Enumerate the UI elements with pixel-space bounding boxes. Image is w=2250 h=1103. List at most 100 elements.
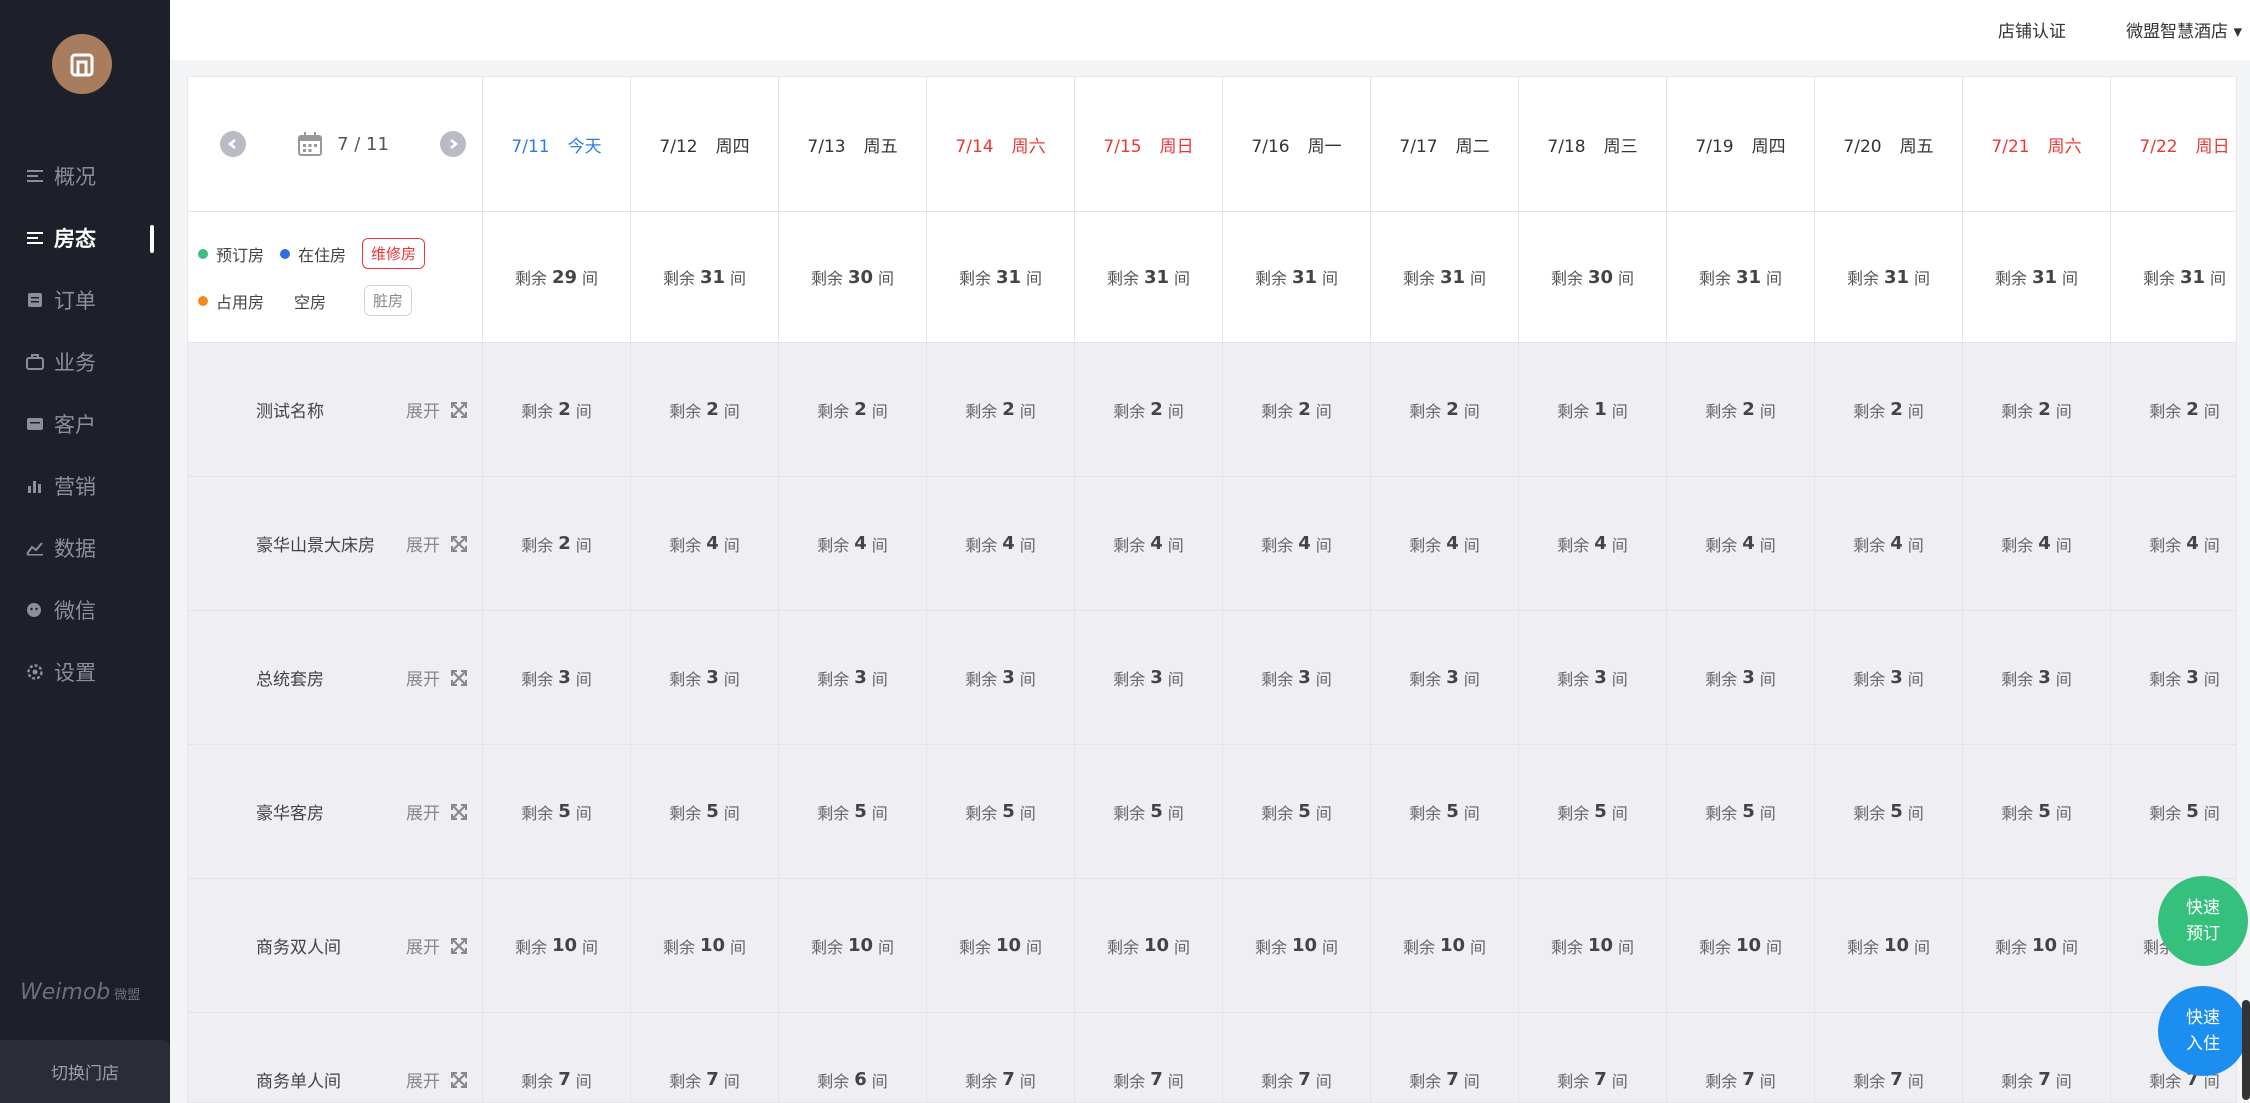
room-availability-cell[interactable]: 剩余 2 间 [2111, 343, 2236, 477]
room-availability-cell[interactable]: 剩余 5 间 [631, 745, 779, 879]
expand-button[interactable]: 展开 [406, 397, 440, 422]
store-auth-link[interactable]: 店铺认证 [1998, 17, 2066, 42]
expand-button[interactable]: 展开 [406, 799, 440, 824]
room-availability-cell[interactable]: 剩余10间 [1223, 879, 1371, 1013]
room-availability-cell[interactable]: 剩余 3 间 [1223, 611, 1371, 745]
expand-button[interactable]: 展开 [406, 933, 440, 958]
quick-checkin-button[interactable]: 快速 入住 [2158, 986, 2248, 1076]
room-availability-cell[interactable]: 剩余 2 间 [631, 343, 779, 477]
sidebar-item-marketing[interactable]: 营销 [0, 455, 170, 517]
room-availability-cell[interactable]: 剩余 2 间 [1223, 343, 1371, 477]
room-availability-cell[interactable]: 剩余 5 间 [2111, 745, 2236, 879]
next-date-button[interactable] [440, 131, 466, 157]
room-availability-cell[interactable]: 剩余 5 间 [927, 745, 1075, 879]
room-availability-cell[interactable]: 剩余 2 间 [1963, 343, 2111, 477]
date-column-header[interactable]: 7/12 周四 [631, 77, 779, 212]
room-availability-cell[interactable]: 剩余 7 间 [1963, 1013, 2111, 1102]
sidebar-item-customers[interactable]: 客户 [0, 393, 170, 455]
room-availability-cell[interactable]: 剩余10间 [1075, 879, 1223, 1013]
room-availability-cell[interactable]: 剩余 5 间 [1667, 745, 1815, 879]
room-availability-cell[interactable]: 剩余10间 [1963, 879, 2111, 1013]
room-availability-cell[interactable]: 剩余 5 间 [1519, 745, 1667, 879]
room-availability-cell[interactable]: 剩余 4 间 [1223, 477, 1371, 611]
room-availability-cell[interactable]: 剩余 2 间 [483, 343, 631, 477]
room-availability-cell[interactable]: 剩余 7 间 [1667, 1013, 1815, 1102]
room-availability-cell[interactable]: 剩余 5 间 [1963, 745, 2111, 879]
room-availability-cell[interactable]: 剩余 3 间 [1075, 611, 1223, 745]
room-availability-cell[interactable]: 剩余 3 间 [1667, 611, 1815, 745]
scrollbar[interactable] [2242, 1000, 2250, 1100]
sidebar-item-overview[interactable]: 概况 [0, 145, 170, 207]
room-availability-cell[interactable]: 剩余 3 间 [1371, 611, 1519, 745]
room-availability-cell[interactable]: 剩余 3 间 [631, 611, 779, 745]
room-availability-cell[interactable]: 剩余 7 间 [1371, 1013, 1519, 1102]
room-availability-cell[interactable]: 剩余 3 间 [2111, 611, 2236, 745]
room-availability-cell[interactable]: 剩余 2 间 [927, 343, 1075, 477]
date-column-header[interactable]: 7/17 周二 [1371, 77, 1519, 212]
room-availability-cell[interactable]: 剩余10间 [927, 879, 1075, 1013]
date-column-header[interactable]: 7/15 周日 [1075, 77, 1223, 212]
room-availability-cell[interactable]: 剩余 4 间 [1963, 477, 2111, 611]
room-availability-cell[interactable]: 剩余 3 间 [1963, 611, 2111, 745]
room-availability-cell[interactable]: 剩余 5 间 [1815, 745, 1963, 879]
room-availability-cell[interactable]: 剩余 3 间 [779, 611, 927, 745]
date-column-header[interactable]: 7/13 周五 [779, 77, 927, 212]
switch-store-button[interactable]: 切换门店 [0, 1040, 170, 1103]
expand-icon[interactable] [450, 535, 468, 553]
expand-icon[interactable] [450, 669, 468, 687]
room-availability-cell[interactable]: 剩余 4 间 [1371, 477, 1519, 611]
sidebar-item-orders[interactable]: 订单 [0, 269, 170, 331]
room-availability-cell[interactable]: 剩余 4 间 [779, 477, 927, 611]
room-availability-cell[interactable]: 剩余 5 间 [1075, 745, 1223, 879]
room-availability-cell[interactable]: 剩余10间 [483, 879, 631, 1013]
room-availability-cell[interactable]: 剩余 7 间 [1815, 1013, 1963, 1102]
room-availability-cell[interactable]: 剩余 4 间 [927, 477, 1075, 611]
room-availability-cell[interactable]: 剩余10间 [1815, 879, 1963, 1013]
room-availability-cell[interactable]: 剩余 7 间 [631, 1013, 779, 1102]
date-column-header[interactable]: 7/18 周三 [1519, 77, 1667, 212]
room-availability-cell[interactable]: 剩余 7 间 [927, 1013, 1075, 1102]
room-availability-cell[interactable]: 剩余10间 [1667, 879, 1815, 1013]
room-availability-cell[interactable]: 剩余 4 间 [1075, 477, 1223, 611]
room-availability-cell[interactable]: 剩余 1 间 [1519, 343, 1667, 477]
room-availability-cell[interactable]: 剩余 4 间 [631, 477, 779, 611]
room-availability-cell[interactable]: 剩余10间 [1371, 879, 1519, 1013]
room-availability-cell[interactable]: 剩余 2 间 [483, 477, 631, 611]
room-availability-cell[interactable]: 剩余10间 [1519, 879, 1667, 1013]
room-availability-cell[interactable]: 剩余 4 间 [1815, 477, 1963, 611]
room-availability-cell[interactable]: 剩余 2 间 [1815, 343, 1963, 477]
room-availability-cell[interactable]: 剩余 3 间 [483, 611, 631, 745]
sidebar-item-settings[interactable]: 设置 [0, 641, 170, 703]
date-picker[interactable]: 7 / 11 [297, 131, 389, 157]
date-column-header[interactable]: 7/21 周六 [1963, 77, 2111, 212]
sidebar-item-wechat[interactable]: 微信 [0, 579, 170, 641]
expand-button[interactable]: 展开 [406, 531, 440, 556]
expand-icon[interactable] [450, 937, 468, 955]
sidebar-item-room-status[interactable]: 房态 [0, 207, 170, 269]
room-availability-cell[interactable]: 剩余 7 间 [1519, 1013, 1667, 1102]
room-availability-cell[interactable]: 剩余 5 间 [779, 745, 927, 879]
room-availability-cell[interactable]: 剩余 7 间 [1223, 1013, 1371, 1102]
sidebar-item-data[interactable]: 数据 [0, 517, 170, 579]
room-availability-cell[interactable]: 剩余10间 [779, 879, 927, 1013]
prev-date-button[interactable] [220, 131, 246, 157]
room-availability-cell[interactable]: 剩余 2 间 [1075, 343, 1223, 477]
expand-button[interactable]: 展开 [406, 1067, 440, 1092]
room-availability-cell[interactable]: 剩余 2 间 [1667, 343, 1815, 477]
sidebar-item-business[interactable]: 业务 [0, 331, 170, 393]
quick-book-button[interactable]: 快速 预订 [2158, 876, 2248, 966]
store-name-dropdown[interactable]: 微盟智慧酒店 ▾ [2126, 17, 2242, 42]
room-availability-cell[interactable]: 剩余 7 间 [483, 1013, 631, 1102]
date-column-header[interactable]: 7/22 周日 [2111, 77, 2236, 212]
room-availability-cell[interactable]: 剩余 5 间 [1371, 745, 1519, 879]
room-availability-cell[interactable]: 剩余 2 间 [779, 343, 927, 477]
room-availability-cell[interactable]: 剩余 4 间 [1519, 477, 1667, 611]
room-availability-cell[interactable]: 剩余 2 间 [1371, 343, 1519, 477]
expand-icon[interactable] [450, 803, 468, 821]
date-column-header[interactable]: 7/16 周一 [1223, 77, 1371, 212]
room-availability-cell[interactable]: 剩余 5 间 [1223, 745, 1371, 879]
room-availability-cell[interactable]: 剩余 3 间 [1815, 611, 1963, 745]
expand-icon[interactable] [450, 401, 468, 419]
room-availability-cell[interactable]: 剩余 3 间 [927, 611, 1075, 745]
dirty-room-tag[interactable]: 脏房 [364, 285, 413, 316]
